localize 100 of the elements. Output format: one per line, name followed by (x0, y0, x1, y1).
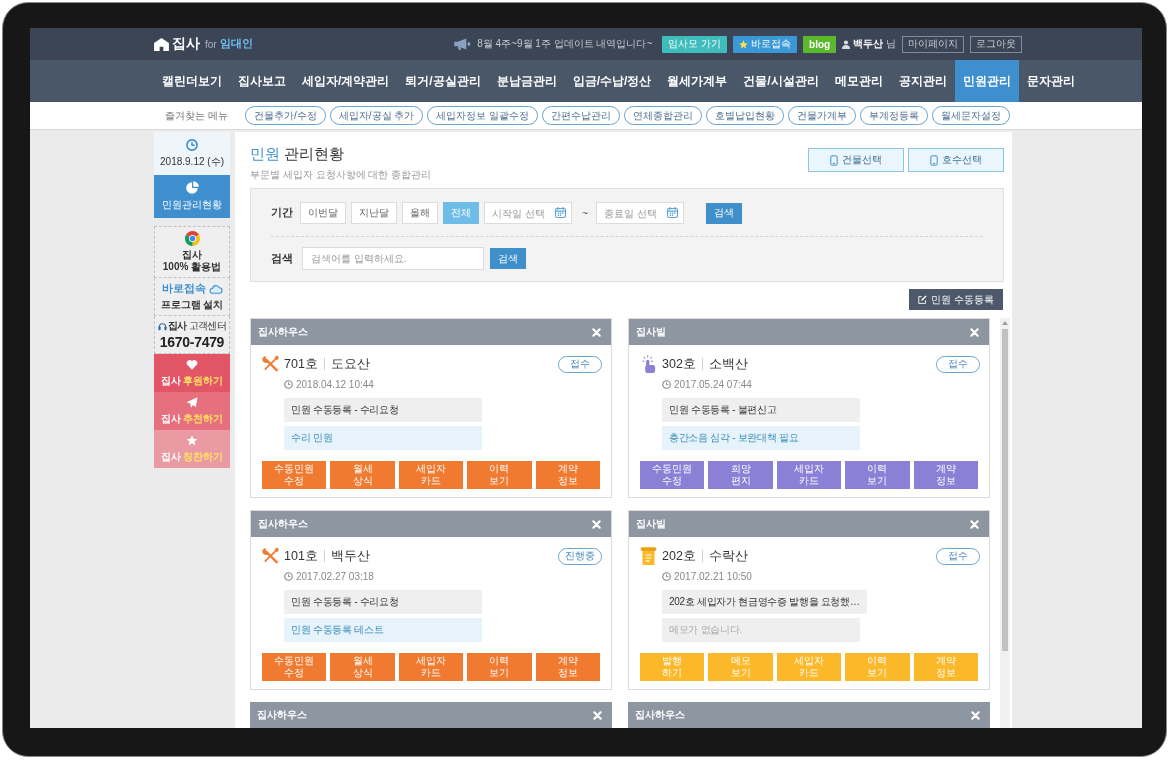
close-icon[interactable] (592, 327, 601, 337)
action-button[interactable]: 세입자 카드 (398, 653, 464, 681)
action-button[interactable]: 수동민원 수정 (262, 461, 327, 489)
selector-button[interactable]: 호수선택 (908, 148, 1004, 172)
search-label: 검색 (271, 251, 294, 266)
close-icon[interactable] (971, 710, 980, 720)
calendar-icon (667, 207, 679, 218)
action-button[interactable]: 계약 정보 (913, 461, 978, 489)
action-button[interactable]: 월세 상식 (330, 461, 395, 489)
round-logo-icon (184, 231, 200, 246)
memo-text: 층간소음 심각 - 보완대책 필요 (662, 426, 860, 450)
phone-number: 1670-7479 (159, 334, 225, 350)
tools-icon (262, 547, 279, 565)
action-button[interactable]: 월세 상식 (330, 653, 395, 681)
building-name: 집사하우스 (258, 325, 308, 339)
menu-tab[interactable]: 분납금관리 (488, 60, 565, 102)
memo-text: 수리 민원 (284, 426, 482, 450)
action-button[interactable]: 수동민원 수정 (262, 653, 327, 681)
building-name: 집사빌 (636, 517, 666, 531)
close-icon[interactable] (970, 327, 979, 337)
menu-tab[interactable]: 공지관리 (890, 60, 955, 102)
tools-icon (262, 355, 279, 373)
action-button[interactable]: 계약 정보 (535, 653, 600, 681)
building-name: 집사하우스 (257, 708, 307, 722)
sidebar-action-link[interactable]: 집사 추천하기 (154, 392, 230, 430)
shortcut-button[interactable]: 바로접속 (733, 35, 798, 53)
complaint-title: 민원 수동등록 - 수리요청 (284, 590, 482, 614)
period-label: 기간 (271, 206, 294, 220)
memo-text: 민원 수동등록 테스트 (284, 618, 482, 642)
scrollbar-thumb[interactable] (1002, 329, 1008, 651)
user-name: 백두산 님 (853, 37, 896, 51)
support-title: 집사 고객센터 (167, 319, 227, 333)
close-icon[interactable] (593, 710, 602, 720)
scroll-icon (640, 547, 657, 565)
action-button[interactable]: 수동민원 수정 (640, 461, 705, 489)
search-button[interactable]: 검색 (706, 202, 743, 224)
complaint-title: 202호 세입자가 현금영수증 발행을 요청했… (662, 590, 867, 614)
complaint-title: 민원 수동등록 - 불편신고 (662, 398, 860, 422)
tenant-name: 소백산 (708, 355, 748, 373)
action-button[interactable]: 세입자 카드 (398, 461, 464, 489)
pie-chart-icon (185, 181, 199, 194)
menu-tab[interactable]: 민원관리 (954, 60, 1019, 102)
menu-tab[interactable]: 퇴거/공실관리 (397, 60, 489, 102)
date-text: 2018.9.12 (수) (160, 154, 224, 169)
complaint-title: 민원 수동등록 - 수리요청 (284, 398, 482, 422)
megaphone-icon (453, 38, 472, 50)
logo-text: 집사 (172, 35, 200, 53)
guide-link[interactable]: 집사 100% 활용법 (154, 226, 230, 278)
menu-tab[interactable]: 건물/시설관리 (735, 60, 827, 102)
date-text: 2017.02.21 10:50 (674, 571, 752, 582)
tablet-icon (930, 154, 938, 166)
building-name: 집사빌 (636, 325, 666, 339)
clock-icon (284, 572, 293, 581)
page-subtitle: 부문별 세입자 요청사항에 대한 종합관리 (250, 168, 432, 182)
menu-tab[interactable]: 입금/수납/정산 (564, 60, 660, 102)
menu-tab[interactable]: 월세가계부 (659, 60, 736, 102)
account-link[interactable]: 마이페이지 (902, 35, 964, 53)
action-button[interactable]: 계약 정보 (535, 461, 600, 489)
star-icon (739, 39, 749, 49)
search-field[interactable]: 검색어를 입력하세요. (302, 247, 484, 270)
period-tab[interactable]: 올해 (402, 202, 438, 224)
scroll-up-arrow-icon[interactable] (1002, 321, 1008, 325)
menu-tab[interactable]: 문자관리 (1018, 60, 1083, 102)
building-name: 집사하우스 (635, 708, 685, 722)
room-number: 101호 (284, 547, 318, 565)
house-logo-icon (154, 37, 169, 51)
paper-plane-icon (186, 396, 198, 408)
end-date-field[interactable]: 종료일 선택 (596, 202, 685, 224)
install-link[interactable]: 바로접속 프로그램 설치 (154, 278, 230, 316)
selector-button[interactable]: 건물선택 (808, 148, 904, 172)
period-tab[interactable]: 이번달 (300, 202, 346, 224)
room-number: 701호 (284, 355, 318, 373)
menu-tab[interactable]: 세입자/계약관리 (294, 60, 398, 102)
menu-tab[interactable]: 캘린더보기 (154, 60, 230, 102)
register-button[interactable]: 민원 수동등록 (909, 289, 1003, 310)
menu-tab[interactable]: 메모관리 (826, 60, 891, 102)
action-button[interactable]: 이력 보기 (845, 461, 910, 489)
headset-icon (157, 321, 167, 331)
current-menu-link[interactable]: 민원관리현황 (154, 175, 230, 218)
start-date-field[interactable]: 시작일 선택 (484, 202, 572, 224)
close-icon[interactable] (970, 519, 979, 529)
update-notice-link[interactable]: 8월 4주~9월 1주 업데이트 내역입니다~ (477, 37, 653, 51)
logo-audience-text: 임대인 (219, 37, 253, 51)
close-icon[interactable] (592, 519, 601, 529)
action-button[interactable]: 이력 보기 (467, 653, 532, 681)
sidebar-action-link[interactable]: 집사 후원하기 (154, 354, 230, 392)
search-button[interactable]: 검색 (490, 248, 526, 269)
page-title: 민원 관리현황 (250, 145, 346, 164)
heart-icon (186, 358, 198, 370)
pointing-hand-icon (640, 355, 657, 373)
tenant-name: 수락산 (708, 547, 748, 565)
memo-text: 메모가 없습니다. (662, 618, 860, 642)
action-button[interactable]: 이력 보기 (467, 461, 532, 489)
action-button[interactable]: 세입자 카드 (776, 461, 842, 489)
menu-tab[interactable]: 집사보고 (230, 60, 294, 102)
account-link[interactable]: 로그아웃 (970, 35, 1022, 53)
tenant-name: 백두산 (330, 547, 370, 565)
room-number: 202호 (662, 547, 696, 565)
action-button[interactable]: 희망 편지 (708, 461, 773, 489)
period-tab[interactable]: 지난달 (351, 202, 397, 224)
